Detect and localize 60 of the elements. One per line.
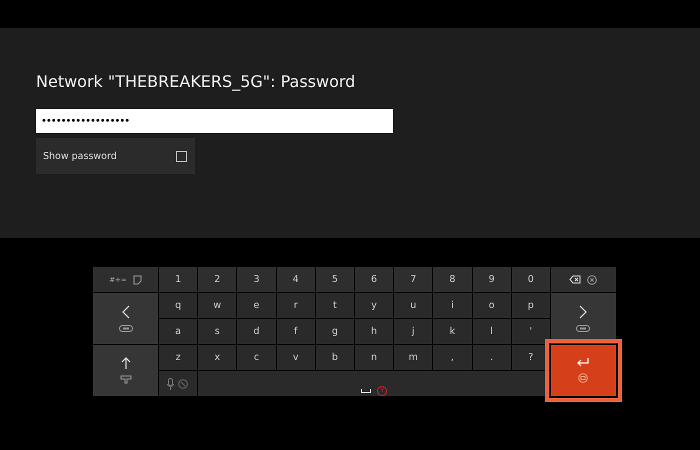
backspace-icon <box>569 275 582 284</box>
dialog-title: Network "THEBREAKERS_5G": Password <box>36 72 356 92</box>
key[interactable]: g <box>316 319 354 344</box>
show-password-checkbox[interactable]: Show password <box>36 138 195 174</box>
left-arrow-key[interactable] <box>93 293 158 344</box>
password-field[interactable]: •••••••••••••••••• <box>36 109 393 133</box>
key[interactable]: v <box>276 345 315 370</box>
key[interactable]: b <box>316 345 354 370</box>
key[interactable]: j <box>394 319 432 344</box>
key[interactable]: a <box>159 319 198 344</box>
key[interactable]: ? <box>512 345 550 370</box>
enter-icon <box>577 358 590 367</box>
key[interactable]: x <box>198 345 236 370</box>
backspace-key[interactable] <box>550 267 616 292</box>
key[interactable]: , <box>433 345 472 370</box>
key[interactable]: e <box>237 293 276 318</box>
bumper-icon <box>118 325 132 332</box>
key[interactable]: o <box>472 293 511 318</box>
key[interactable]: 9 <box>472 267 511 292</box>
key[interactable]: r <box>276 293 315 318</box>
key[interactable]: 0 <box>512 267 550 292</box>
key[interactable]: s <box>198 319 236 344</box>
trigger-icon <box>120 375 132 384</box>
key[interactable]: z <box>159 345 198 370</box>
key[interactable]: 2 <box>198 267 236 292</box>
key[interactable]: m <box>394 345 432 370</box>
key[interactable]: l <box>472 319 511 344</box>
key[interactable]: h <box>354 319 394 344</box>
key[interactable]: 5 <box>316 267 354 292</box>
key[interactable]: ' <box>512 319 550 344</box>
key[interactable]: 6 <box>354 267 394 292</box>
key[interactable]: 1 <box>159 267 198 292</box>
chevron-right-icon <box>579 305 588 319</box>
key[interactable]: q <box>159 293 198 318</box>
bumper-icon <box>576 325 590 332</box>
key[interactable]: p <box>512 293 550 318</box>
key[interactable]: n <box>354 345 394 370</box>
up-arrow-icon <box>120 357 130 369</box>
key[interactable]: 4 <box>276 267 315 292</box>
shift-key[interactable] <box>93 345 158 396</box>
key[interactable]: . <box>472 345 511 370</box>
key[interactable]: w <box>198 293 236 318</box>
key[interactable]: d <box>237 319 276 344</box>
x-button-icon <box>587 274 598 284</box>
space-icon <box>361 388 372 392</box>
chevron-left-icon <box>122 305 130 319</box>
key[interactable]: c <box>237 345 276 370</box>
microphone-icon <box>167 378 174 390</box>
key[interactable]: i <box>433 293 472 318</box>
dictation-key[interactable] <box>159 371 198 396</box>
key[interactable]: 7 <box>394 267 432 292</box>
key[interactable]: 8 <box>433 267 472 292</box>
key[interactable]: k <box>433 319 472 344</box>
key[interactable]: 3 <box>237 267 276 292</box>
key[interactable]: f <box>276 319 315 344</box>
key[interactable]: u <box>394 293 432 318</box>
key[interactable]: y <box>354 293 394 318</box>
right-arrow-key[interactable] <box>550 293 616 344</box>
key[interactable]: t <box>316 293 354 318</box>
start-button-icon <box>578 373 588 383</box>
